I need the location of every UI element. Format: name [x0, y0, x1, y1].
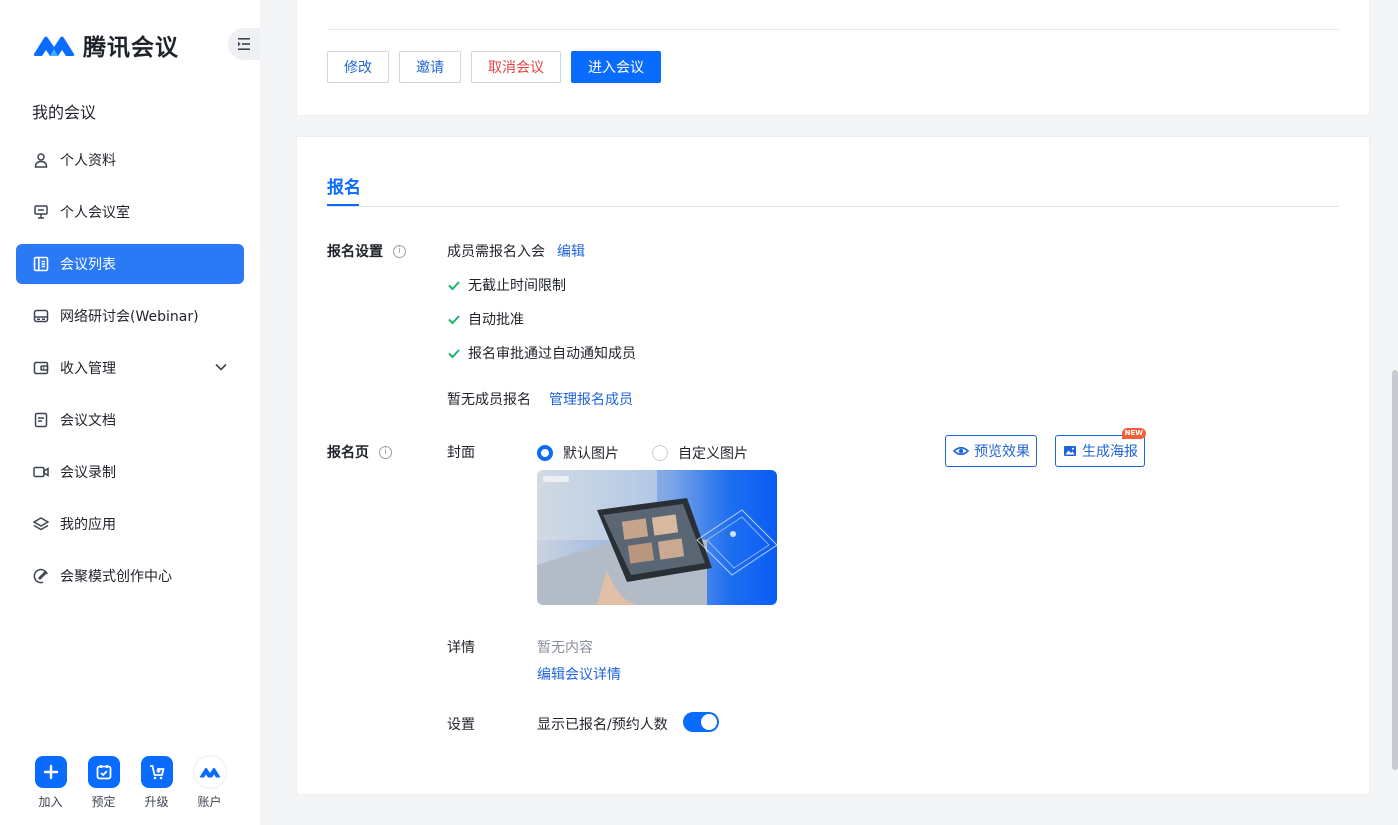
registration-requirement: 成员需报名入会 — [447, 244, 545, 260]
sidebar-section-title: 我的会议 — [32, 103, 97, 122]
image-icon — [1063, 444, 1077, 458]
sidebar-item-personal-room[interactable]: 个人会议室 — [16, 192, 244, 232]
registration-settings-label: 报名设置 i — [327, 241, 406, 261]
invite-button[interactable]: 邀请 — [399, 51, 461, 83]
sidebar: 腾讯会议 我的会议 个人资料 个人会议室 会议列表 网络研讨会(Webinar)… — [0, 0, 260, 825]
sidebar-item-creation-center[interactable]: 会聚模式创作中心 — [16, 556, 244, 596]
tencent-meeting-logo-icon — [33, 36, 75, 56]
meeting-actions-card: 修改 邀请 取消会议 进入会议 — [296, 0, 1370, 116]
sidebar-item-label: 收入管理 — [60, 361, 116, 377]
collapse-sidebar-button[interactable] — [228, 28, 260, 60]
edit-detail-link[interactable]: 编辑会议详情 — [537, 664, 621, 684]
show-count-label: 显示已报名/预约人数 — [537, 717, 668, 733]
palette-icon — [32, 567, 50, 585]
divider — [327, 29, 1339, 30]
sidebar-item-label: 会议文档 — [60, 413, 116, 429]
room-icon — [32, 203, 50, 221]
detail-empty-text: 暂无内容 — [537, 640, 593, 656]
preview-button[interactable]: 预览效果 — [945, 435, 1037, 467]
plus-icon — [34, 756, 67, 788]
info-icon[interactable]: i — [379, 445, 392, 459]
cover-image — [537, 470, 777, 605]
cart-icon — [140, 756, 173, 788]
cancel-meeting-button[interactable]: 取消会议 — [471, 51, 561, 83]
sidebar-item-recording[interactable]: 会议录制 — [16, 452, 244, 492]
sidebar-nav: 个人资料 个人会议室 会议列表 网络研讨会(Webinar) 收入管理 会议文档… — [16, 140, 244, 608]
radio-custom-image[interactable]: 自定义图片 — [652, 443, 748, 463]
account-button[interactable]: 账户 — [183, 756, 236, 810]
cover-label: 封面 — [447, 445, 475, 461]
upgrade-button[interactable]: 升级 — [130, 756, 183, 810]
no-members-text: 暂无成员报名 — [447, 392, 531, 408]
check-item: 自动批准 — [447, 309, 524, 329]
sidebar-bottom-bar: 加入 预定 升级 账户 — [24, 756, 236, 810]
sidebar-item-label: 会聚模式创作中心 — [60, 569, 172, 585]
chevron-down-icon[interactable] — [214, 360, 228, 378]
radio-unselected-icon — [652, 445, 668, 461]
tab-registration[interactable]: 报名 — [327, 173, 361, 198]
sidebar-item-income[interactable]: 收入管理 — [16, 348, 244, 388]
check-item: 报名审批通过自动通知成员 — [447, 343, 636, 363]
enter-meeting-button[interactable]: 进入会议 — [571, 51, 661, 83]
join-button[interactable]: 加入 — [24, 756, 77, 810]
sidebar-item-label: 会议录制 — [60, 465, 116, 481]
meeting-action-buttons: 修改 邀请 取消会议 进入会议 — [327, 51, 671, 83]
check-item: 无截止时间限制 — [447, 275, 566, 295]
wallet-icon — [32, 359, 50, 377]
sidebar-item-webinar[interactable]: 网络研讨会(Webinar) — [16, 296, 244, 336]
sidebar-item-label: 网络研讨会(Webinar) — [60, 309, 199, 325]
sidebar-item-documents[interactable]: 会议文档 — [16, 400, 244, 440]
sidebar-item-label: 个人会议室 — [60, 205, 130, 221]
generate-poster-button[interactable]: 生成海报 NEW — [1055, 428, 1146, 467]
video-icon — [32, 463, 50, 481]
divider — [327, 206, 1339, 207]
document-icon — [32, 411, 50, 429]
registration-page-label: 报名页 i — [327, 442, 392, 462]
active-tab-indicator — [327, 204, 359, 206]
schedule-button[interactable]: 预定 — [77, 756, 130, 810]
brand-logo[interactable]: 腾讯会议 — [32, 30, 179, 61]
show-count-toggle[interactable] — [683, 712, 719, 732]
sidebar-item-label: 会议列表 — [60, 257, 116, 273]
edit-registration-link[interactable]: 编辑 — [557, 241, 585, 261]
sidebar-item-profile[interactable]: 个人资料 — [16, 140, 244, 180]
radio-default-image[interactable]: 默认图片 — [537, 443, 619, 463]
scrollbar[interactable] — [1392, 370, 1398, 770]
radio-selected-icon — [537, 445, 553, 461]
calendar-check-icon — [87, 756, 120, 788]
registration-card: 报名 报名设置 i 成员需报名入会 编辑 无截止时间限制 自动批准 报名审批通过… — [296, 136, 1370, 795]
brand-name: 腾讯会议 — [83, 35, 179, 61]
new-badge: NEW — [1121, 428, 1146, 439]
edit-meeting-button[interactable]: 修改 — [327, 51, 389, 83]
collapse-menu-icon — [238, 38, 250, 50]
check-icon — [448, 349, 460, 359]
setting-label: 设置 — [447, 717, 475, 733]
meeting-list-icon — [32, 255, 50, 273]
sidebar-item-label: 我的应用 — [60, 517, 116, 533]
cover-illustration — [537, 470, 777, 605]
sidebar-item-label: 个人资料 — [60, 153, 116, 169]
info-icon[interactable]: i — [393, 244, 406, 258]
check-icon — [448, 315, 460, 325]
toggle-knob — [701, 714, 717, 730]
manage-members-link[interactable]: 管理报名成员 — [549, 389, 633, 409]
detail-label: 详情 — [447, 640, 475, 656]
user-icon — [32, 151, 50, 169]
layers-icon — [32, 515, 50, 533]
eye-icon — [953, 443, 969, 459]
account-avatar-icon — [193, 756, 226, 788]
sidebar-item-my-apps[interactable]: 我的应用 — [16, 504, 244, 544]
webinar-icon — [32, 307, 50, 325]
sidebar-item-meeting-list[interactable]: 会议列表 — [16, 244, 244, 284]
check-icon — [448, 281, 460, 291]
